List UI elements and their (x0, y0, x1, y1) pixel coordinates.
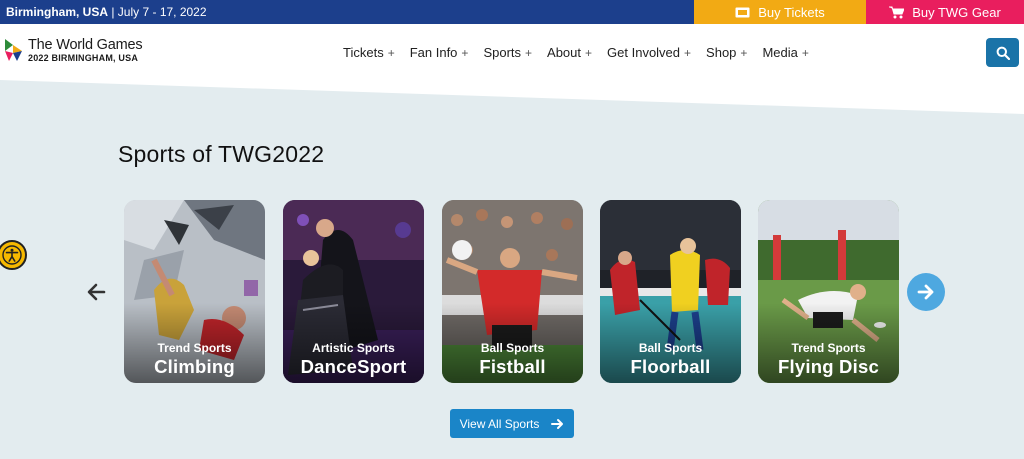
expand-plus-icon: + (684, 45, 692, 60)
sport-card-floorball[interactable]: Ball Sports Floorball (600, 200, 741, 383)
sport-card-fistball[interactable]: Ball Sports Fistball (442, 200, 583, 383)
section-title: Sports of TWG2022 (118, 141, 325, 167)
carousel-next-button[interactable] (907, 273, 945, 311)
logo-subtitle: 2022 BIRMINGHAM, USA (28, 53, 139, 63)
carousel-prev-button[interactable] (86, 281, 108, 303)
sport-card-flying-disc[interactable]: Trend Sports Flying Disc (758, 200, 899, 383)
arrow-left-icon (87, 283, 106, 301)
card-category: Trend Sports (157, 341, 232, 355)
card-sport-name: Fistball (479, 356, 546, 377)
event-location: Birmingham, USA | July 7 - 17, 2022 (6, 0, 207, 24)
card-sport-name: Climbing (154, 356, 235, 377)
nav-label: Tickets (343, 44, 384, 60)
buy-gear-label: Buy TWG Gear (912, 4, 1001, 20)
nav-item-get-involved[interactable]: Get Involved + (607, 45, 691, 60)
arrow-right-icon (917, 284, 934, 300)
header-diagonal-divider (0, 80, 1024, 114)
card-category: Artistic Sports (312, 341, 395, 355)
arrow-right-icon (551, 418, 564, 429)
expand-plus-icon: + (461, 45, 469, 60)
nav-label: Get Involved (607, 44, 681, 60)
nav-label: Sports (483, 44, 522, 60)
expand-plus-icon: + (387, 45, 395, 60)
card-category: Trend Sports (791, 341, 866, 355)
nav-item-shop[interactable]: Shop + (706, 45, 747, 60)
card-category: Ball Sports (638, 341, 703, 355)
nav-item-media[interactable]: Media + (762, 45, 808, 60)
nav-item-about[interactable]: About + (547, 45, 592, 60)
nav-label: Fan Info (409, 44, 458, 60)
ticket-icon (735, 7, 750, 17)
accessibility-button[interactable] (0, 240, 27, 270)
nav-label: About (547, 44, 582, 60)
card-category: Ball Sports (480, 341, 545, 355)
buy-tickets-label: Buy Tickets (758, 4, 825, 20)
nav-item-tickets[interactable]: Tickets + (343, 45, 395, 60)
expand-plus-icon: + (801, 45, 809, 60)
card-sport-name: Floorball (630, 356, 711, 377)
card-sport-name: Flying Disc (778, 356, 879, 377)
event-dates: | July 7 - 17, 2022 (111, 5, 207, 19)
nav-item-fan-info[interactable]: Fan Info + (410, 45, 469, 60)
site-header: The World Games 2022 BIRMINGHAM, USA Tic… (0, 24, 1024, 80)
logo-title: The World Games (28, 37, 143, 53)
buy-tickets-button[interactable]: Buy Tickets (694, 0, 866, 24)
site-logo[interactable]: The World Games 2022 BIRMINGHAM, USA (5, 37, 143, 64)
nav-label: Shop (706, 44, 737, 60)
expand-plus-icon: + (585, 45, 593, 60)
expand-plus-icon: + (525, 45, 533, 60)
location-text: Birmingham, USA (6, 5, 109, 19)
view-all-sports-button[interactable]: View All Sports (450, 409, 574, 438)
nav-item-sports[interactable]: Sports + (483, 45, 532, 60)
main-nav: Tickets + Fan Info + Sports + About + Get In… (343, 24, 809, 80)
accessibility-icon (2, 245, 22, 265)
nav-label: Media (762, 44, 798, 60)
card-sport-name: DanceSport (300, 356, 407, 377)
sport-card-dancesport[interactable]: Artistic Sports DanceSport (283, 200, 424, 383)
top-bar: Birmingham, USA | July 7 - 17, 2022 Buy … (0, 0, 1024, 24)
search-icon (996, 46, 1010, 60)
view-all-label: View All Sports (459, 416, 540, 431)
search-button[interactable] (986, 38, 1019, 67)
buy-gear-button[interactable]: Buy TWG Gear (866, 0, 1024, 24)
sport-card-climbing[interactable]: Trend Sports Climbing (124, 200, 265, 383)
cart-icon (889, 6, 905, 18)
twg-logo-icon (5, 39, 22, 61)
expand-plus-icon: + (740, 45, 748, 60)
